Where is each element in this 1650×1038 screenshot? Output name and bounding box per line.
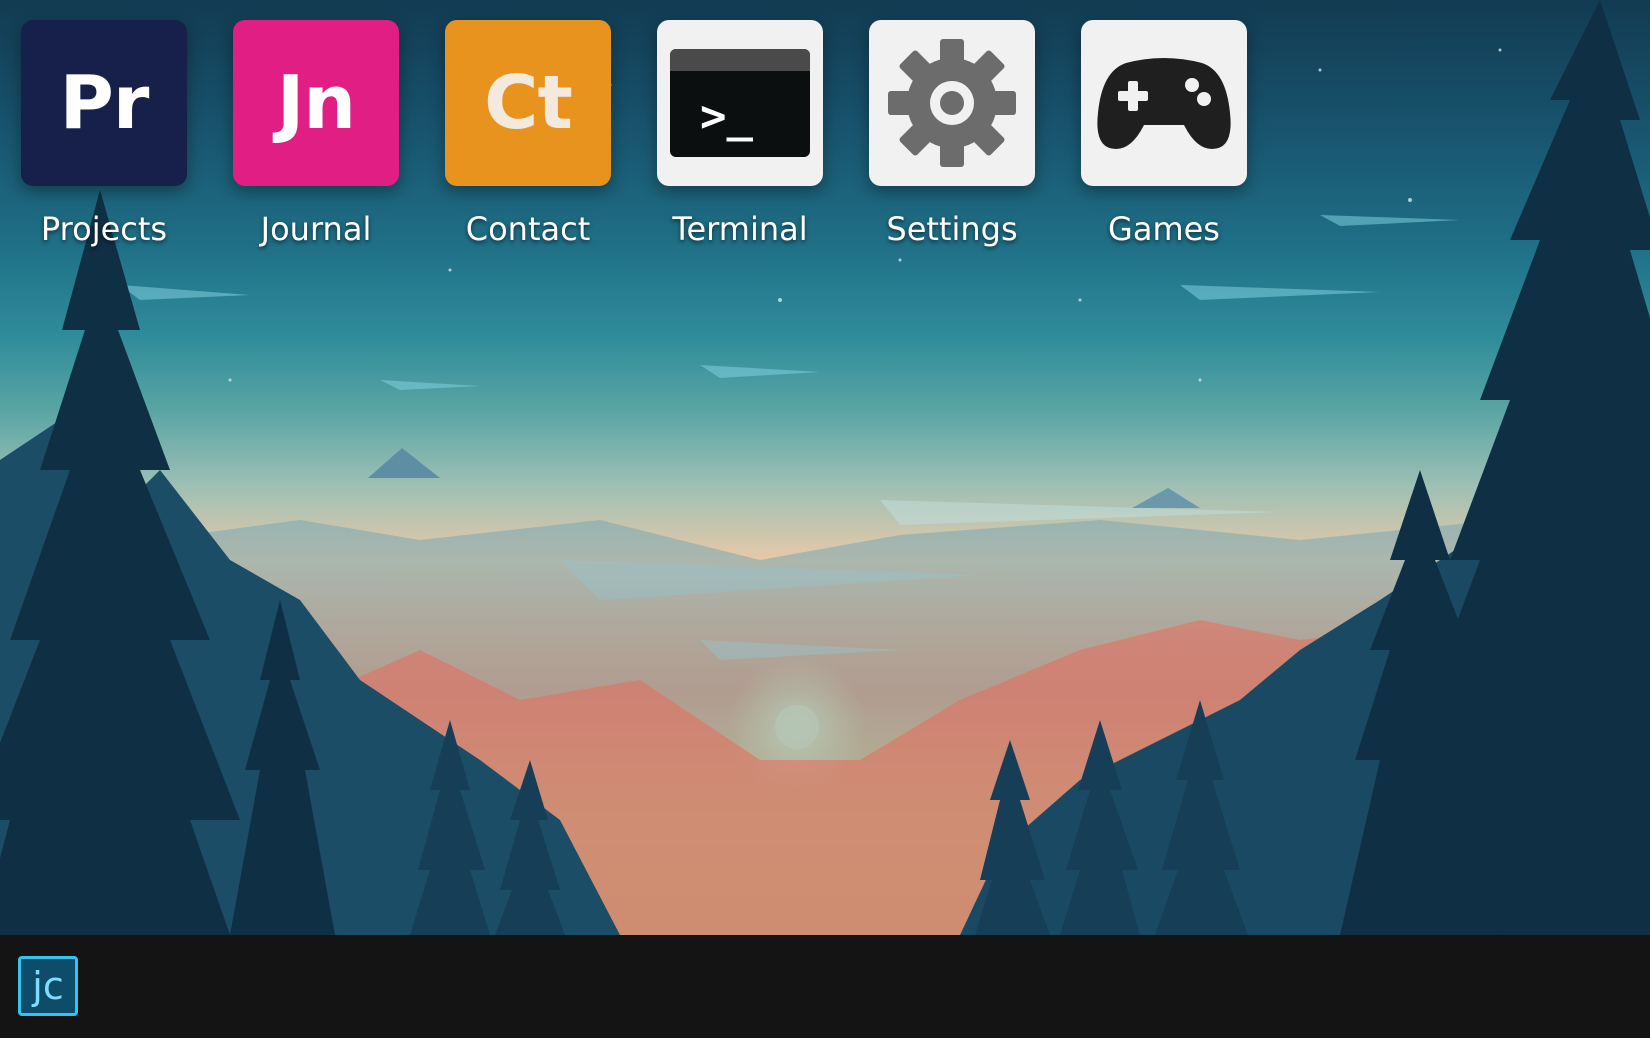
terminal-glyph-icon: >_ [670, 49, 810, 157]
desktop-app-settings[interactable]: Settings [867, 20, 1037, 260]
contact-label[interactable]: Contact [466, 210, 591, 248]
taskbar: jc [0, 935, 1650, 1038]
journal-icon[interactable]: Jn [233, 20, 399, 186]
start-button-label: jc [32, 964, 64, 1008]
desktop-wallpaper: Pr Projects Jn Journal Ct Contact >_ Ter… [0, 0, 1650, 935]
projects-label[interactable]: Projects [41, 210, 167, 248]
terminal-icon[interactable]: >_ [657, 20, 823, 186]
start-button[interactable]: jc [18, 956, 78, 1016]
journal-label[interactable]: Journal [261, 210, 372, 248]
desktop-app-games[interactable]: Games [1079, 20, 1249, 260]
desktop-app-projects[interactable]: Pr Projects [19, 20, 189, 260]
gamepad-icon[interactable] [1081, 20, 1247, 186]
gamepad-glyph-icon [1097, 58, 1231, 149]
terminal-prompt-glyph: >_ [700, 91, 753, 142]
settings-label[interactable]: Settings [886, 210, 1017, 248]
games-label[interactable]: Games [1108, 210, 1220, 248]
gear-glyph-icon [888, 39, 1016, 167]
contact-icon[interactable]: Ct [445, 20, 611, 186]
projects-icon[interactable]: Pr [21, 20, 187, 186]
contact-tile-text: Ct [484, 60, 573, 146]
gear-icon[interactable] [869, 20, 1035, 186]
desktop-app-journal[interactable]: Jn Journal [231, 20, 401, 260]
journal-tile-text: Jn [276, 60, 356, 146]
terminal-label[interactable]: Terminal [672, 210, 807, 248]
desktop-app-terminal[interactable]: >_ Terminal [655, 20, 825, 260]
desktop-app-contact[interactable]: Ct Contact [443, 20, 613, 260]
desktop-icon-grid: Pr Projects Jn Journal Ct Contact >_ Ter… [0, 20, 1650, 260]
projects-tile-text: Pr [59, 60, 150, 146]
